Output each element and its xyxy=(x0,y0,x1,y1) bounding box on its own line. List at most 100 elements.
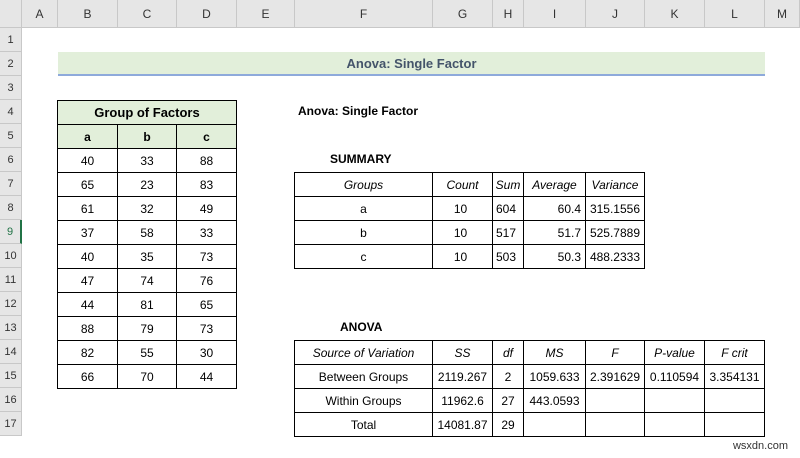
factors-col-c[interactable]: c xyxy=(176,124,237,149)
anova-cell[interactable] xyxy=(704,412,765,437)
row-header-6[interactable]: 6 xyxy=(0,148,22,172)
summary-cell[interactable]: 60.4 xyxy=(523,196,586,221)
factors-header[interactable]: Group of Factors xyxy=(57,100,237,125)
select-all-corner[interactable] xyxy=(0,0,22,28)
row-header-1[interactable]: 1 xyxy=(0,28,22,52)
anova-cell[interactable]: 443.0593 xyxy=(523,388,586,413)
factor-cell[interactable]: 40 xyxy=(57,244,118,269)
anova-cell[interactable]: 2119.267 xyxy=(432,364,493,389)
anova-cell[interactable]: 0.110594 xyxy=(644,364,705,389)
column-header-D[interactable]: D xyxy=(177,0,237,28)
anova-header[interactable]: MS xyxy=(523,340,586,365)
summary-cell[interactable]: 604 xyxy=(492,196,524,221)
row-header-12[interactable]: 12 xyxy=(0,292,22,316)
factor-cell[interactable]: 74 xyxy=(117,268,177,293)
anova-cell[interactable]: Total xyxy=(294,412,433,437)
anova-header[interactable]: df xyxy=(492,340,524,365)
anova-cell[interactable] xyxy=(644,388,705,413)
row-header-11[interactable]: 11 xyxy=(0,268,22,292)
factor-cell[interactable]: 65 xyxy=(57,172,118,197)
row-header-10[interactable]: 10 xyxy=(0,244,22,268)
factor-cell[interactable]: 76 xyxy=(176,268,237,293)
row-header-16[interactable]: 16 xyxy=(0,388,22,412)
row-header-9[interactable]: 9 xyxy=(0,220,22,244)
row-header-15[interactable]: 15 xyxy=(0,364,22,388)
row-header-17[interactable]: 17 xyxy=(0,412,22,436)
column-header-F[interactable]: F xyxy=(295,0,433,28)
summary-cell[interactable]: c xyxy=(294,244,433,269)
anova-cell[interactable]: Within Groups xyxy=(294,388,433,413)
summary-cell[interactable]: 10 xyxy=(432,196,493,221)
factor-cell[interactable]: 81 xyxy=(117,292,177,317)
factor-cell[interactable]: 82 xyxy=(57,340,118,365)
row-header-4[interactable]: 4 xyxy=(0,100,22,124)
factor-cell[interactable]: 55 xyxy=(117,340,177,365)
summary-cell[interactable]: 488.2333 xyxy=(585,244,645,269)
factor-cell[interactable]: 30 xyxy=(176,340,237,365)
factor-cell[interactable]: 37 xyxy=(57,220,118,245)
anova-cell[interactable] xyxy=(704,388,765,413)
anova-cell[interactable]: 2 xyxy=(492,364,524,389)
anova-cell[interactable]: 3.354131 xyxy=(704,364,765,389)
anova-header[interactable]: P-value xyxy=(644,340,705,365)
summary-cell[interactable]: 525.7889 xyxy=(585,220,645,245)
factor-cell[interactable]: 47 xyxy=(57,268,118,293)
column-header-J[interactable]: J xyxy=(586,0,645,28)
factor-cell[interactable]: 88 xyxy=(57,316,118,341)
summary-cell[interactable]: 503 xyxy=(492,244,524,269)
anova-cell[interactable] xyxy=(644,412,705,437)
factor-cell[interactable]: 79 xyxy=(117,316,177,341)
factor-cell[interactable]: 35 xyxy=(117,244,177,269)
factor-cell[interactable]: 66 xyxy=(57,364,118,389)
row-header-7[interactable]: 7 xyxy=(0,172,22,196)
column-header-H[interactable]: H xyxy=(493,0,524,28)
column-header-M[interactable]: M xyxy=(765,0,800,28)
factor-cell[interactable]: 32 xyxy=(117,196,177,221)
anova-header[interactable]: F xyxy=(585,340,645,365)
summary-cell[interactable]: b xyxy=(294,220,433,245)
factor-cell[interactable]: 33 xyxy=(117,148,177,173)
summary-header[interactable]: Count xyxy=(432,172,493,197)
anova-cell[interactable] xyxy=(585,388,645,413)
row-header-14[interactable]: 14 xyxy=(0,340,22,364)
factor-cell[interactable]: 83 xyxy=(176,172,237,197)
anova-header[interactable]: Source of Variation xyxy=(294,340,433,365)
anova-cell[interactable]: 14081.87 xyxy=(432,412,493,437)
factor-cell[interactable]: 65 xyxy=(176,292,237,317)
row-header-8[interactable]: 8 xyxy=(0,196,22,220)
column-header-G[interactable]: G xyxy=(433,0,493,28)
summary-cell[interactable]: 517 xyxy=(492,220,524,245)
summary-header[interactable]: Groups xyxy=(294,172,433,197)
summary-header[interactable]: Sum xyxy=(492,172,524,197)
factors-col-b[interactable]: b xyxy=(117,124,177,149)
anova-cell[interactable] xyxy=(523,412,586,437)
factor-cell[interactable]: 40 xyxy=(57,148,118,173)
row-header-13[interactable]: 13 xyxy=(0,316,22,340)
summary-cell[interactable]: 51.7 xyxy=(523,220,586,245)
factor-cell[interactable]: 61 xyxy=(57,196,118,221)
anova-cell[interactable] xyxy=(585,412,645,437)
factors-col-a[interactable]: a xyxy=(57,124,118,149)
summary-cell[interactable]: 50.3 xyxy=(523,244,586,269)
factor-cell[interactable]: 44 xyxy=(176,364,237,389)
factor-cell[interactable]: 44 xyxy=(57,292,118,317)
factor-cell[interactable]: 23 xyxy=(117,172,177,197)
factor-cell[interactable]: 49 xyxy=(176,196,237,221)
anova-cell[interactable]: 27 xyxy=(492,388,524,413)
summary-cell[interactable]: 10 xyxy=(432,220,493,245)
summary-header[interactable]: Variance xyxy=(585,172,645,197)
factor-cell[interactable]: 33 xyxy=(176,220,237,245)
row-header-3[interactable]: 3 xyxy=(0,76,22,100)
factor-cell[interactable]: 73 xyxy=(176,244,237,269)
factor-cell[interactable]: 58 xyxy=(117,220,177,245)
anova-cell[interactable]: 2.391629 xyxy=(585,364,645,389)
row-header-5[interactable]: 5 xyxy=(0,124,22,148)
anova-cell[interactable]: Between Groups xyxy=(294,364,433,389)
anova-cell[interactable]: 1059.633 xyxy=(523,364,586,389)
anova-header[interactable]: F crit xyxy=(704,340,765,365)
column-header-C[interactable]: C xyxy=(118,0,177,28)
anova-cell[interactable]: 29 xyxy=(492,412,524,437)
anova-header[interactable]: SS xyxy=(432,340,493,365)
anova-cell[interactable]: 11962.6 xyxy=(432,388,493,413)
column-header-K[interactable]: K xyxy=(645,0,705,28)
